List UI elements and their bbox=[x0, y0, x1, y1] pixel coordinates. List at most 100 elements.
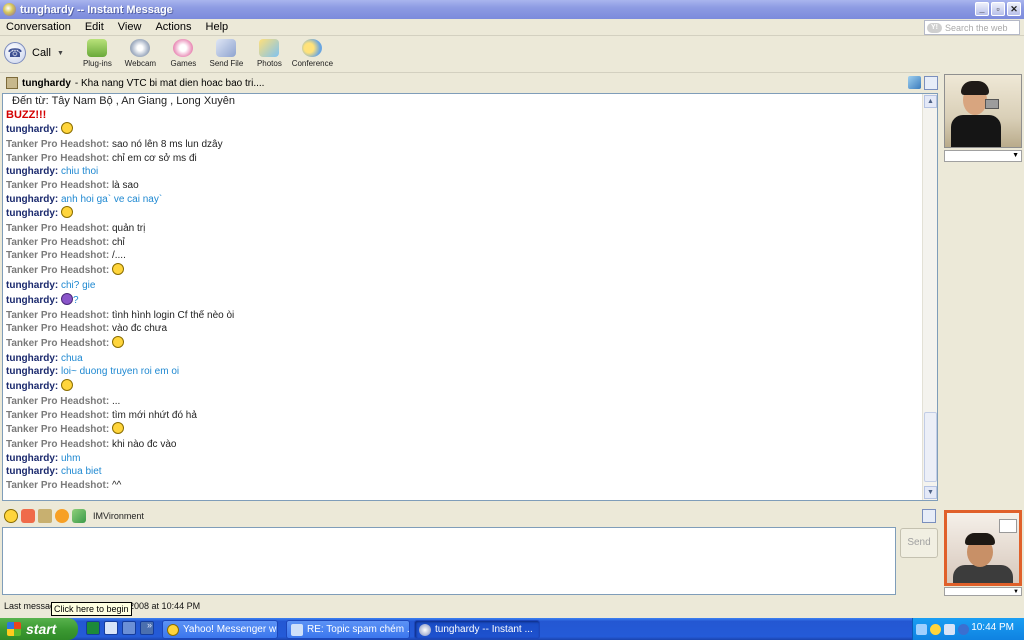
profile-location: Đến từ: Tây Nam Bộ , An Giang , Long Xuy… bbox=[12, 95, 236, 107]
tray-security-icon[interactable] bbox=[958, 623, 969, 635]
send-button[interactable]: Send bbox=[900, 528, 938, 558]
webcam-button[interactable]: Webcam bbox=[119, 39, 162, 68]
message-sender[interactable]: tunghardy: bbox=[6, 466, 58, 477]
window-controls: _ ▫ ✕ bbox=[975, 2, 1021, 16]
message-sender[interactable]: Tanker Pro Headshot: bbox=[6, 480, 109, 491]
message-sender[interactable]: Tanker Pro Headshot: bbox=[6, 338, 109, 349]
emoticon-icon[interactable] bbox=[4, 509, 18, 523]
tray-messenger-icon[interactable] bbox=[930, 623, 941, 635]
task-yahoo-messenger[interactable]: Yahoo! Messenger wi... bbox=[162, 620, 278, 639]
send-file-icon bbox=[216, 39, 237, 57]
sms-icon[interactable] bbox=[908, 76, 921, 89]
tray-volume-icon[interactable] bbox=[944, 623, 955, 635]
message-sender[interactable]: Tanker Pro Headshot: bbox=[6, 310, 109, 321]
task-instant-message[interactable]: tunghardy -- Instant ... bbox=[414, 620, 540, 639]
message-sender[interactable]: tunghardy: bbox=[6, 124, 58, 135]
quicklaunch-desktop-icon[interactable] bbox=[122, 621, 136, 635]
message-sender[interactable]: Tanker Pro Headshot: bbox=[6, 237, 109, 248]
buzz-icon[interactable] bbox=[55, 509, 69, 523]
devil-emoticon-icon bbox=[61, 292, 73, 305]
menu-view[interactable]: View bbox=[118, 21, 142, 33]
message-sender[interactable]: Tanker Pro Headshot: bbox=[6, 396, 109, 407]
buddy-avatar-dropdown[interactable]: ▼ bbox=[944, 150, 1022, 162]
menu-actions[interactable]: Actions bbox=[155, 21, 191, 33]
message-sender[interactable]: tunghardy: bbox=[6, 453, 58, 464]
buddy-avatar[interactable] bbox=[944, 74, 1022, 148]
contact-card-icon[interactable] bbox=[922, 509, 936, 523]
message-input[interactable] bbox=[2, 527, 896, 595]
buddy-status-line: tunghardy - Kha nang VTC bi mat dien hoa… bbox=[0, 74, 940, 92]
chat-message: Tanker Pro Headshot: bbox=[6, 262, 918, 279]
send-file-button[interactable]: Send File bbox=[205, 39, 248, 68]
maximize-button[interactable]: ▫ bbox=[991, 2, 1005, 16]
imvironment-icon[interactable] bbox=[72, 509, 86, 523]
message-sender[interactable]: Tanker Pro Headshot: bbox=[6, 424, 109, 435]
message-sender[interactable]: Tanker Pro Headshot: bbox=[6, 323, 109, 334]
message-text: quản trị bbox=[111, 223, 146, 235]
surprised-emoticon-icon bbox=[111, 422, 124, 435]
chat-history[interactable]: Đến từ: Tây Nam Bộ , An Giang , Long Xuy… bbox=[2, 93, 938, 501]
chevron-down-icon[interactable]: ▼ bbox=[57, 50, 64, 57]
quicklaunch-app-icon[interactable] bbox=[86, 621, 100, 635]
menu-help[interactable]: Help bbox=[206, 21, 229, 33]
my-avatar-dropdown[interactable]: ▼ bbox=[944, 587, 1022, 596]
minimize-button[interactable]: _ bbox=[975, 2, 989, 16]
tray-network-icon[interactable] bbox=[916, 623, 927, 635]
start-button[interactable]: start bbox=[0, 618, 78, 640]
yahoo-logo-icon: Y! bbox=[927, 22, 942, 33]
web-search-input[interactable]: Y! Search the web bbox=[924, 20, 1020, 35]
message-text: chỉ bbox=[111, 236, 125, 248]
message-list: Đến từ: Tây Nam Bộ , An Giang , Long Xuy… bbox=[6, 95, 918, 492]
message-sender[interactable]: Tanker Pro Headshot: bbox=[6, 153, 109, 164]
sleepy-emoticon-icon bbox=[111, 335, 124, 348]
scroll-up-button[interactable]: ▲ bbox=[924, 95, 937, 108]
message-sender[interactable]: Tanker Pro Headshot: bbox=[6, 439, 109, 450]
contact-details-icon[interactable] bbox=[924, 76, 938, 90]
document-icon bbox=[291, 623, 303, 636]
message-sender[interactable]: tunghardy: bbox=[6, 194, 58, 205]
window-title: tunghardy -- Instant Message bbox=[20, 3, 173, 16]
message-sender[interactable]: Tanker Pro Headshot: bbox=[6, 180, 109, 191]
call-label: Call bbox=[32, 47, 51, 59]
message-text: khi nào đc vào bbox=[111, 439, 177, 451]
photos-button[interactable]: Photos bbox=[248, 39, 291, 68]
quicklaunch-explorer-icon[interactable] bbox=[104, 621, 118, 635]
message-text: ... bbox=[111, 395, 121, 407]
title-bar[interactable]: tunghardy -- Instant Message _ ▫ ✕ bbox=[0, 0, 1024, 19]
call-button[interactable]: ☎ Call ▼ bbox=[4, 42, 64, 64]
message-sender[interactable]: tunghardy: bbox=[6, 280, 58, 291]
conference-icon bbox=[302, 39, 323, 57]
close-button[interactable]: ✕ bbox=[1007, 2, 1021, 16]
scroll-down-button[interactable]: ▼ bbox=[924, 486, 937, 499]
message-sender[interactable]: tunghardy: bbox=[6, 353, 58, 364]
task-browser[interactable]: RE: Topic spam chém ... bbox=[286, 620, 410, 639]
imvironment-label[interactable]: IMVironment bbox=[93, 511, 144, 521]
message-sender[interactable]: tunghardy: bbox=[6, 208, 58, 219]
games-icon bbox=[173, 39, 194, 57]
chat-scrollbar[interactable]: ▲ ▼ bbox=[922, 94, 937, 500]
audible-icon[interactable] bbox=[21, 509, 35, 523]
font-icon[interactable] bbox=[38, 509, 52, 523]
plugins-button[interactable]: Plug-ins bbox=[76, 39, 119, 68]
message-sender[interactable]: tunghardy: bbox=[6, 381, 58, 392]
message-sender[interactable]: tunghardy: bbox=[6, 295, 58, 306]
grin-emoticon-icon bbox=[61, 122, 73, 135]
message-sender[interactable]: Tanker Pro Headshot: bbox=[6, 139, 109, 150]
message-text: tìm mới nhứt đó hả bbox=[111, 409, 197, 421]
conference-button[interactable]: Conference bbox=[291, 39, 334, 68]
chevron-double-right-icon[interactable]: » bbox=[147, 620, 152, 630]
message-sender[interactable]: tunghardy: bbox=[6, 166, 58, 177]
message-sender[interactable]: Tanker Pro Headshot: bbox=[6, 265, 109, 276]
message-sender[interactable]: tunghardy: bbox=[6, 366, 58, 377]
games-button[interactable]: Games bbox=[162, 39, 205, 68]
scroll-thumb[interactable] bbox=[924, 412, 937, 482]
menu-edit[interactable]: Edit bbox=[85, 21, 104, 33]
menu-conversation[interactable]: Conversation bbox=[6, 21, 71, 33]
my-avatar[interactable] bbox=[944, 510, 1022, 586]
chat-message: Tanker Pro Headshot: sao nó lên 8 ms lun… bbox=[6, 138, 918, 152]
buddy-name[interactable]: tunghardy bbox=[22, 78, 71, 89]
message-sender[interactable]: Tanker Pro Headshot: bbox=[6, 223, 109, 234]
message-sender[interactable]: Tanker Pro Headshot: bbox=[6, 410, 109, 421]
message-sender[interactable]: Tanker Pro Headshot: bbox=[6, 250, 109, 261]
chat-message: Tanker Pro Headshot: khi nào đc vào bbox=[6, 438, 918, 452]
